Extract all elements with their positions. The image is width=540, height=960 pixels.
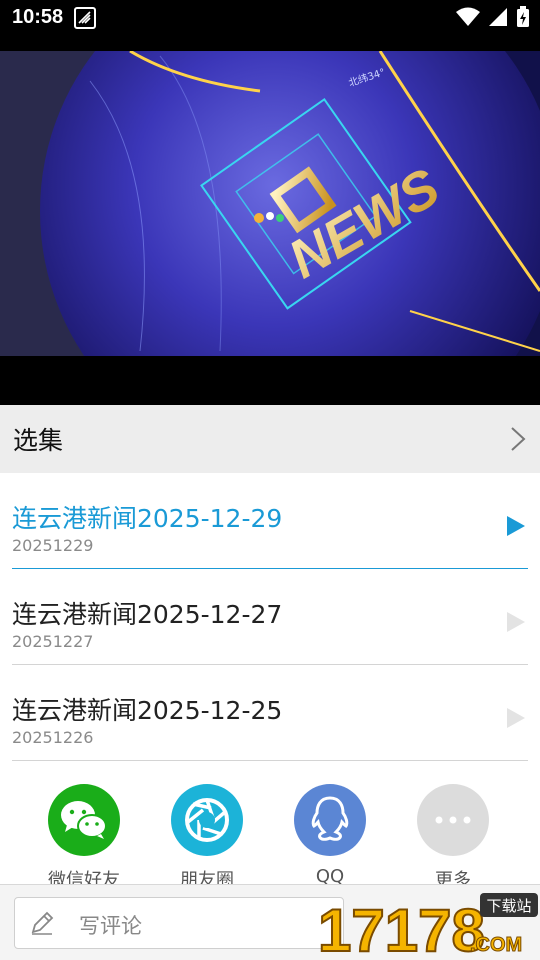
comment-placeholder: 写评论 — [79, 914, 142, 938]
comment-bar: 写评论 17178 .COM 下载站 — [0, 884, 540, 960]
site-watermark-logo: 17178 .COM 下载站 — [318, 893, 538, 960]
chevron-right-icon[interactable] — [510, 426, 526, 452]
signal-icon — [489, 8, 507, 26]
episode-list: 连云港新闻2025-12-29 20251229 连云港新闻2025-12-27… — [12, 473, 528, 761]
play-icon[interactable] — [506, 707, 526, 729]
episode-date: 20251226 — [12, 728, 94, 747]
episode-selector-header[interactable]: 选集 — [0, 405, 540, 473]
comment-input[interactable]: 写评论 — [14, 897, 344, 949]
video-frame[interactable]: NEWS 北纬34° — [0, 51, 540, 356]
app-logo-icon — [74, 7, 96, 29]
status-time: 10:58 — [12, 6, 64, 28]
wechat-icon — [48, 784, 120, 856]
play-icon[interactable] — [506, 611, 526, 633]
news-intro-graphic: NEWS 北纬34° — [0, 51, 540, 356]
share-qq-button[interactable]: QQ — [275, 784, 385, 887]
play-icon[interactable] — [506, 515, 526, 537]
episode-selector-title: 选集 — [13, 426, 64, 455]
episode-date: 20251229 — [12, 536, 94, 555]
wifi-icon — [456, 7, 480, 26]
episode-item[interactable]: 连云港新闻2025-12-25 20251226 — [12, 665, 528, 761]
share-row: 微信好友 朋友圈 QQ 更多 — [0, 784, 540, 891]
status-bar: 10:58 — [0, 0, 540, 36]
pencil-icon — [31, 911, 54, 935]
more-icon — [417, 784, 489, 856]
watermark-number: 17178 — [318, 897, 485, 960]
video-player[interactable]: NEWS 北纬34° — [0, 36, 540, 405]
episode-title: 连云港新闻2025-12-27 — [12, 600, 283, 629]
episode-title: 连云港新闻2025-12-29 — [12, 504, 283, 533]
episode-item[interactable]: 连云港新闻2025-12-29 20251229 — [12, 473, 528, 569]
share-more-button[interactable]: 更多 — [398, 784, 508, 892]
moments-icon — [171, 784, 243, 856]
status-icons — [456, 6, 530, 28]
episode-date: 20251227 — [12, 632, 94, 651]
share-wechat-button[interactable]: 微信好友 — [29, 784, 139, 892]
battery-charging-icon — [517, 6, 529, 27]
watermark-badge: 下载站 — [486, 897, 531, 915]
share-moments-button[interactable]: 朋友圈 — [152, 784, 262, 892]
watermark-suffix: .COM — [470, 934, 522, 956]
episode-title: 连云港新闻2025-12-25 — [12, 696, 283, 725]
qq-icon — [294, 784, 366, 856]
episode-item[interactable]: 连云港新闻2025-12-27 20251227 — [12, 569, 528, 665]
